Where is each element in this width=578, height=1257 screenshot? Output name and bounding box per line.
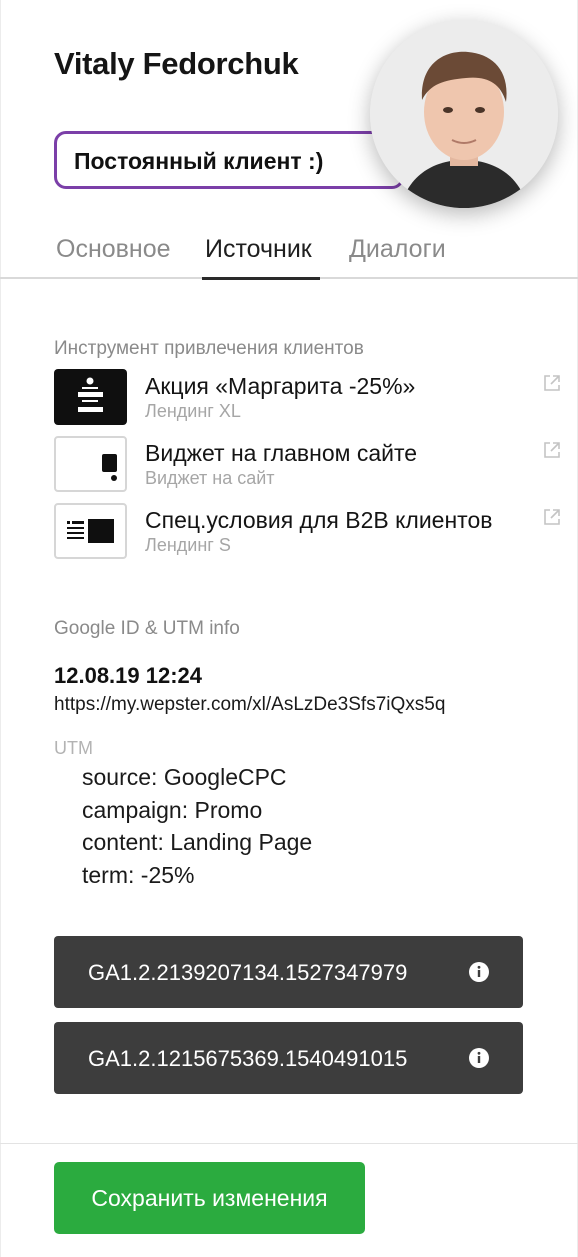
external-link-icon[interactable] [542,373,562,393]
status-input[interactable]: Постоянный клиент :) [54,131,404,189]
ga-id-text: GA1.2.1215675369.1540491015 [88,1046,408,1071]
tab-main[interactable]: Основное [56,235,171,264]
widget-icon [54,436,127,492]
google-section-label: Google ID & UTM info [54,618,240,639]
footer-divider [0,1143,578,1144]
tool-subtitle: Лендинг XL [145,401,241,421]
tab-dialogs[interactable]: Диалоги [349,235,446,264]
tool-title: Спец.условия для B2B клиентов [145,507,493,533]
avatar [370,20,558,208]
tool-title: Виджет на главном сайте [145,440,418,466]
tool-subtitle: Виджет на сайт [145,468,275,488]
tool-subtitle: Лендинг S [145,535,231,555]
tool-item[interactable]: Спец.условия для B2B клиентов Лендинг S [54,503,564,559]
status-text: Постоянный клиент :) [74,148,324,174]
tab-source[interactable]: Источник [205,235,312,264]
external-link-icon[interactable] [542,440,562,460]
active-tab-indicator [202,277,320,280]
ga-id-button[interactable]: GA1.2.2139207134.1527347979 [54,936,523,1008]
ga-id-text: GA1.2.2139207134.1527347979 [88,960,408,985]
avatar-photo [370,20,558,208]
landing-s-icon [54,503,127,559]
tab-bar: Основное Источник Диалоги [0,225,578,280]
utm-content: content: Landing Page [82,829,313,855]
utm-term: term: -25% [82,862,195,888]
landing-xl-icon [54,369,127,425]
tool-item[interactable]: Виджет на главном сайте Виджет на сайт [54,436,564,492]
panel-left-border [0,0,1,1257]
info-icon[interactable] [468,961,490,983]
client-name: Vitaly Fedorchuk [54,46,299,81]
tool-item[interactable]: Акция «Маргарита -25%» Лендинг XL [54,369,564,425]
info-icon[interactable] [468,1047,490,1069]
external-link-icon[interactable] [542,507,562,527]
save-changes-button[interactable]: Сохранить изменения [54,1162,365,1234]
utm-source: source: GoogleCPC [82,764,287,790]
utm-label: UTM [54,738,93,758]
ga-id-button[interactable]: GA1.2.1215675369.1540491015 [54,1022,523,1094]
tools-section-label: Инструмент привлечения клиентов [54,338,364,359]
utm-campaign: campaign: Promo [82,797,263,823]
tool-title: Акция «Маргарита -25%» [145,373,416,399]
visit-datetime: 12.08.19 12:24 [54,663,203,688]
visit-url: https://my.wepster.com/xl/AsLzDe3Sfs7iQx… [54,694,446,715]
